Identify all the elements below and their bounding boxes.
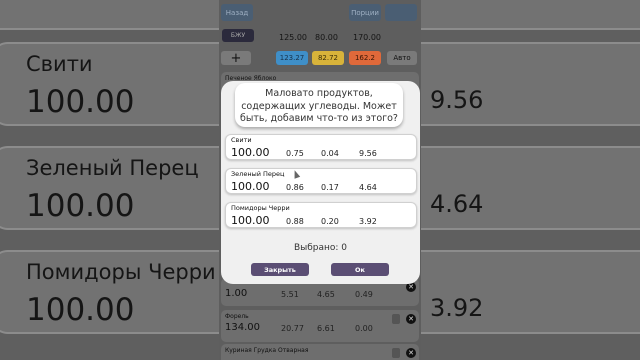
product-weight: 134.00 bbox=[225, 322, 260, 333]
background-card-carbs: 3.92 bbox=[430, 294, 484, 322]
suggestion-weight: 100.00 bbox=[231, 146, 270, 159]
suggestion-weight: 100.00 bbox=[231, 180, 270, 193]
suggestion-item-sviti[interactable]: Свити 100.00 0.75 0.04 9.56 bbox=[225, 134, 417, 160]
background-card-carbs: 9.56 bbox=[430, 86, 484, 114]
suggestion-fat: 0.17 bbox=[321, 183, 339, 192]
product-carbs: 0.49 bbox=[355, 290, 373, 299]
protein-chip: 123.27 bbox=[276, 51, 308, 65]
back-button[interactable]: Назад bbox=[221, 4, 253, 21]
selected-count: Выбрано: 0 bbox=[293, 243, 348, 253]
carbs-suggestion-dialog: Маловато продуктов, содержащих углеводы.… bbox=[221, 81, 420, 284]
suggestion-fat: 0.20 bbox=[321, 217, 339, 226]
close-button[interactable]: Закрыть bbox=[251, 263, 309, 276]
suggestion-name: Помидоры Черри bbox=[231, 204, 290, 212]
extra-nav-button[interactable] bbox=[385, 4, 417, 21]
background-card-value: 100.00 bbox=[26, 84, 135, 120]
auto-button[interactable]: Авто bbox=[387, 51, 417, 65]
background-card-name: Помидоры Черри bbox=[26, 260, 216, 284]
product-name: Куриная Грудка Отварная bbox=[225, 347, 309, 354]
suggestion-name: Зеленый Перец bbox=[231, 170, 285, 178]
suggestion-carbs: 4.64 bbox=[359, 183, 377, 192]
suggestion-item-green-pepper[interactable]: Зеленый Перец 100.00 0.86 0.17 4.64 bbox=[225, 168, 417, 194]
suggestion-fat: 0.04 bbox=[321, 149, 339, 158]
suggestion-name: Свити bbox=[231, 136, 252, 144]
suggestion-protein: 0.86 bbox=[286, 183, 304, 192]
trash-icon[interactable] bbox=[392, 348, 400, 358]
background-card-name: Зеленый Перец bbox=[26, 156, 199, 180]
total-carbs: 170.00 bbox=[353, 33, 381, 42]
trash-icon[interactable] bbox=[392, 314, 400, 324]
suggestion-protein: 0.75 bbox=[286, 149, 304, 158]
total-fat: 80.00 bbox=[315, 33, 338, 42]
remove-icon[interactable]: ✕ bbox=[406, 348, 416, 358]
total-protein: 125.00 bbox=[279, 33, 307, 42]
list-item[interactable]: Форель 134.00 20.77 6.61 0.00 ✕ bbox=[221, 310, 419, 342]
product-protein: 5.51 bbox=[281, 290, 299, 299]
background-card-value: 100.00 bbox=[26, 188, 135, 224]
suggestion-weight: 100.00 bbox=[231, 214, 270, 227]
remove-icon[interactable]: ✕ bbox=[406, 314, 416, 324]
product-fat: 4.65 bbox=[317, 290, 335, 299]
portions-button[interactable]: Порции bbox=[349, 4, 381, 21]
suggestion-carbs: 3.92 bbox=[359, 217, 377, 226]
list-item[interactable]: Куриная Грудка Отварная ✕ bbox=[221, 344, 419, 360]
dialog-message: Маловато продуктов, содержащих углеводы.… bbox=[235, 83, 403, 127]
product-weight: 1.00 bbox=[225, 288, 248, 299]
carbs-chip: 162.2 bbox=[349, 51, 381, 65]
bju-button[interactable]: БЖУ bbox=[222, 29, 254, 42]
suggestion-carbs: 9.56 bbox=[359, 149, 377, 158]
add-product-button[interactable]: + bbox=[221, 51, 251, 66]
suggestion-protein: 0.88 bbox=[286, 217, 304, 226]
ok-button[interactable]: Ок bbox=[331, 263, 389, 276]
fat-chip: 82.72 bbox=[312, 51, 344, 65]
background-card-value: 100.00 bbox=[26, 292, 135, 328]
product-name: Форель bbox=[225, 313, 249, 320]
product-carbs: 0.00 bbox=[355, 324, 373, 333]
background-card-carbs: 4.64 bbox=[430, 190, 484, 218]
product-fat: 6.61 bbox=[317, 324, 335, 333]
suggestion-item-cherry-tomatoes[interactable]: Помидоры Черри 100.00 0.88 0.20 3.92 bbox=[225, 202, 417, 228]
background-card-name: Свити bbox=[26, 52, 93, 76]
product-protein: 20.77 bbox=[281, 324, 304, 333]
